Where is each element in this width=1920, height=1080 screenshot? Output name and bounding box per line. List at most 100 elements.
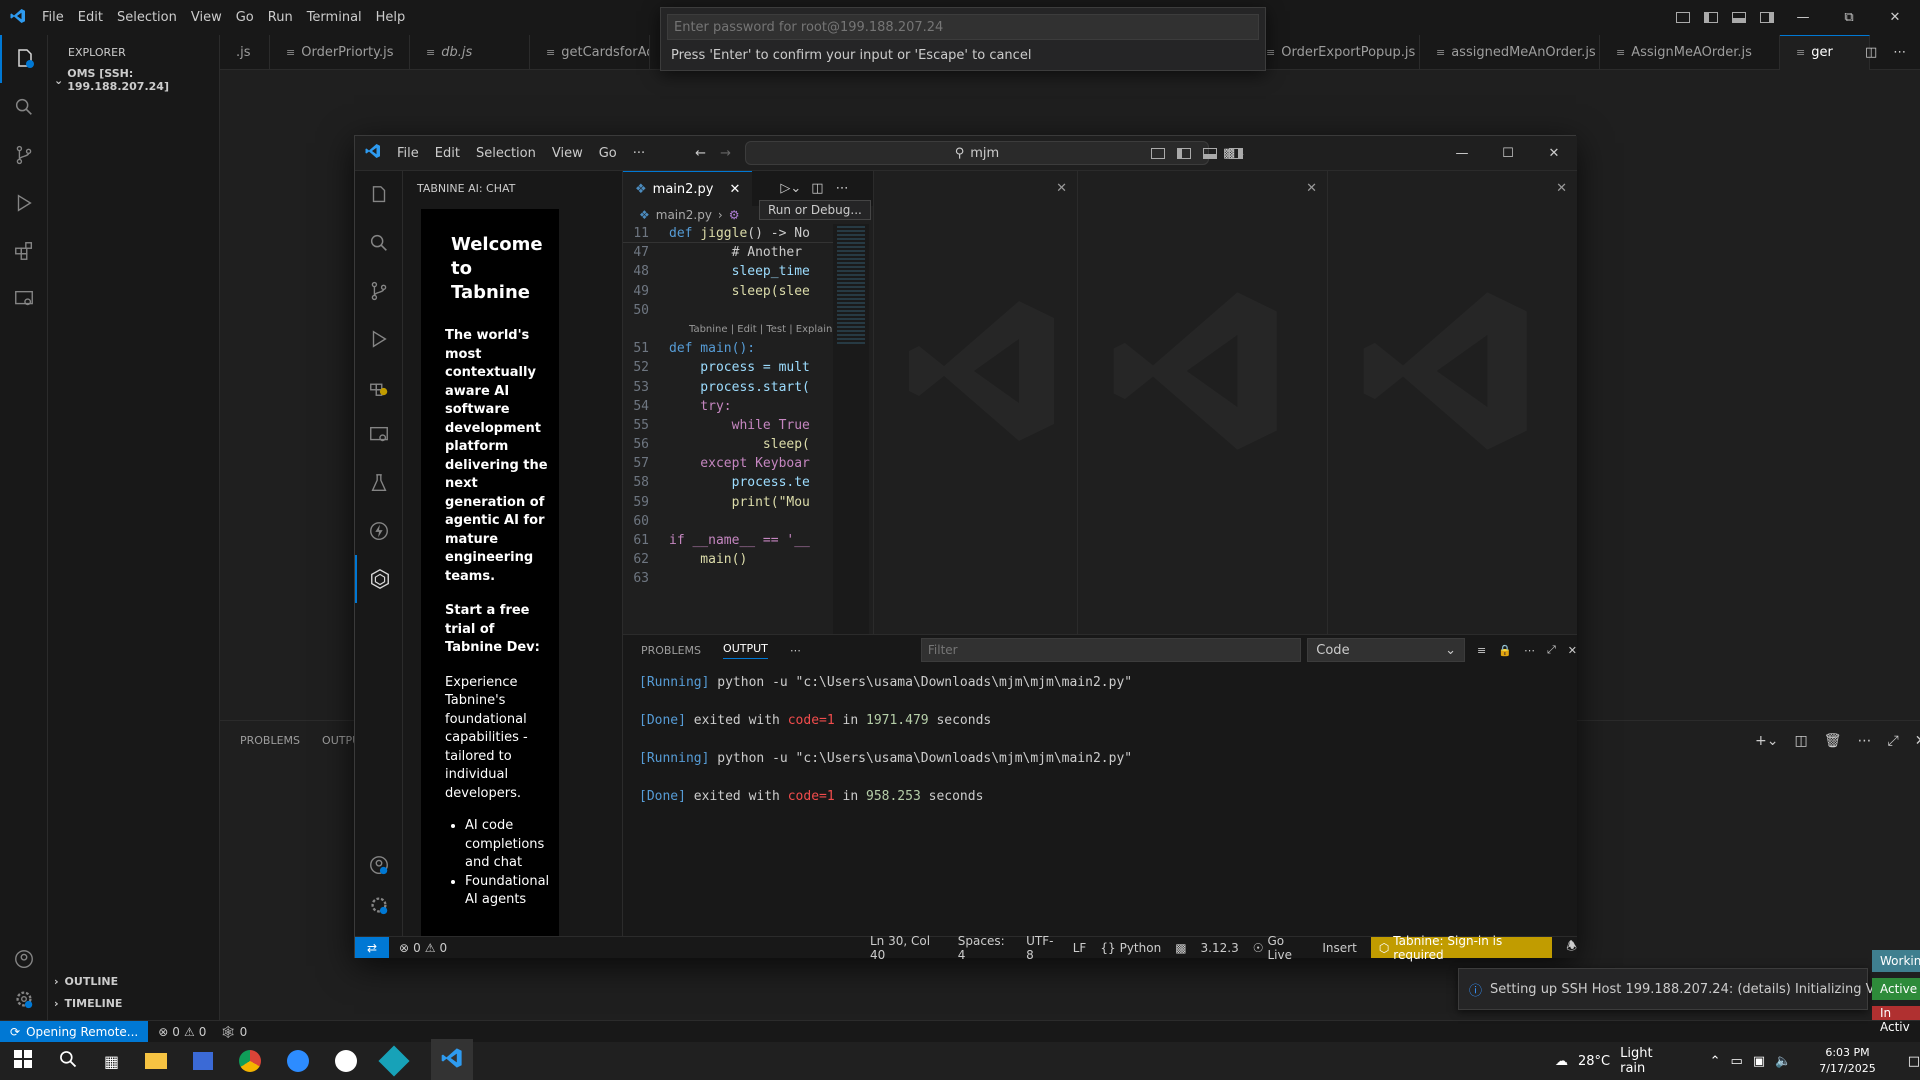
panel-tab-output[interactable]: OUTPUT: [723, 642, 768, 659]
tab-active[interactable]: ≡ ger: [1780, 34, 1870, 70]
volume-icon[interactable]: 🔈: [1775, 1054, 1791, 1069]
more-actions-icon[interactable]: ⋯: [836, 181, 849, 196]
new-terminal-icon[interactable]: +⌄: [1755, 733, 1778, 749]
workspace-folder[interactable]: ⌄ OMS [SSH: 199.188.207.24]: [48, 59, 219, 93]
customize-layout-icon[interactable]: [1676, 12, 1690, 23]
search-icon[interactable]: [0, 83, 48, 131]
search-icon[interactable]: [355, 219, 403, 267]
vscode-taskbar-icon[interactable]: [431, 1039, 474, 1080]
remote-explorer-icon[interactable]: [355, 411, 403, 459]
password-input[interactable]: [667, 14, 1259, 40]
tab-orderexportpopup[interactable]: ≡ OrderExportPopup.js: [1250, 34, 1420, 70]
back-arrow-icon[interactable]: ←: [695, 146, 706, 161]
forward-arrow-icon[interactable]: →: [720, 146, 731, 161]
cursor-position[interactable]: Ln 30, Col 40: [870, 934, 944, 962]
weather-cloud-icon[interactable]: ☁: [1555, 1054, 1568, 1069]
inner-menu-edit[interactable]: Edit: [435, 146, 460, 161]
maximize-icon[interactable]: ☐: [1485, 146, 1531, 161]
store-icon[interactable]: [193, 1052, 214, 1070]
minimize-icon[interactable]: —: [1780, 10, 1826, 25]
end-of-line[interactable]: LF: [1073, 941, 1087, 955]
split-editor-icon[interactable]: ◫: [1865, 45, 1877, 60]
word-wrap-icon[interactable]: ≡: [1477, 644, 1486, 657]
indentation[interactable]: Spaces: 4: [958, 934, 1012, 962]
go-live-button[interactable]: ☉ Go Live: [1253, 934, 1309, 962]
editor-mode[interactable]: Insert: [1322, 941, 1356, 955]
problems-indicator[interactable]: ⊗ 0 ⚠ 0: [399, 941, 447, 955]
task-view-icon[interactable]: ▦: [104, 1052, 119, 1071]
weather-desc[interactable]: Light rain: [1620, 1046, 1675, 1076]
close-group-icon[interactable]: ✕: [1306, 181, 1317, 196]
more-actions-icon[interactable]: ⋯: [1857, 733, 1871, 749]
inner-menu-view[interactable]: View: [552, 146, 583, 161]
breadcrumb-file[interactable]: main2.py: [656, 208, 712, 222]
split-terminal-icon[interactable]: ◫: [1794, 733, 1807, 749]
tab-getcards[interactable]: ≡ getCardsforAdr: [530, 34, 650, 70]
run-debug-icon[interactable]: [0, 179, 48, 227]
tab-js[interactable]: .js: [220, 34, 270, 70]
timeline-section[interactable]: › TIMELINE: [54, 997, 122, 1010]
menu-view[interactable]: View: [191, 10, 222, 25]
clock[interactable]: 6:03 PM 7/17/2025: [1819, 1045, 1875, 1077]
customize-layout-icon[interactable]: [1151, 147, 1165, 159]
lightning-icon[interactable]: [355, 507, 403, 555]
more-actions-icon[interactable]: ⋯: [790, 644, 801, 657]
remote-explorer-icon[interactable]: [0, 275, 48, 323]
menu-run[interactable]: Run: [268, 10, 293, 25]
code-editor[interactable]: 11 def jiggle() -> No 47 # Another 48 sle…: [623, 224, 833, 624]
app-icon[interactable]: [335, 1050, 358, 1072]
close-group-icon[interactable]: ✕: [1056, 181, 1067, 196]
bell-icon[interactable]: 🕭: [1566, 937, 1577, 958]
tab-main2[interactable]: ❖ main2.py ✕: [623, 171, 753, 206]
menu-terminal[interactable]: Terminal: [307, 10, 362, 25]
run-debug-icon[interactable]: [355, 315, 403, 363]
problems-indicator[interactable]: ⊗ 0 ⚠ 0: [158, 1025, 206, 1039]
inner-menu-more[interactable]: ···: [633, 146, 645, 161]
weather-temp[interactable]: 28°C: [1578, 1054, 1610, 1069]
explorer-icon[interactable]: [355, 171, 403, 219]
panel-tab-problems[interactable]: PROBLEMS: [641, 644, 701, 657]
toggle-primary-sidebar-icon[interactable]: [1177, 147, 1191, 159]
explorer-icon[interactable]: [0, 35, 48, 83]
tab-assignedmeanorder[interactable]: ≡ assignedMeAnOrder.js: [1420, 34, 1600, 70]
run-python-icon[interactable]: ▷⌄: [780, 181, 801, 196]
remote-indicator[interactable]: ⇄: [355, 937, 389, 958]
output-channel-select[interactable]: Code ⌄: [1307, 638, 1466, 662]
minimize-icon[interactable]: —: [1439, 146, 1485, 161]
chrome-icon[interactable]: [239, 1050, 262, 1072]
toggle-secondary-sidebar-icon[interactable]: [1760, 12, 1774, 23]
more-actions-icon[interactable]: ⋯: [1524, 644, 1535, 657]
testing-icon[interactable]: [355, 459, 403, 507]
menu-help[interactable]: Help: [376, 10, 406, 25]
output-log[interactable]: [Running] python -u "c:\Users\usama\Down…: [623, 665, 1577, 806]
language-mode[interactable]: {} Python: [1100, 941, 1161, 955]
tab-db[interactable]: ≡ db.js: [410, 34, 530, 70]
outline-section[interactable]: › OUTLINE: [54, 975, 118, 988]
restore-icon[interactable]: ⧉: [1826, 10, 1872, 25]
close-tab-icon[interactable]: ✕: [730, 182, 741, 197]
network-icon[interactable]: ▣: [1753, 1054, 1765, 1069]
toggle-secondary-sidebar-icon[interactable]: [1229, 147, 1243, 159]
menu-selection[interactable]: Selection: [117, 10, 177, 25]
source-control-icon[interactable]: [0, 131, 48, 179]
tabnine-icon[interactable]: [355, 555, 403, 603]
split-editor-icon[interactable]: ◫: [811, 181, 823, 196]
maximize-panel-icon[interactable]: ⤢: [1887, 733, 1898, 749]
inner-menu-go[interactable]: Go: [599, 146, 617, 161]
close-panel-icon[interactable]: ✕: [1915, 733, 1920, 749]
battery-icon[interactable]: ▭: [1731, 1054, 1743, 1069]
tabnine-codelens[interactable]: Tabnine | Edit | Test | Explain: [623, 320, 833, 339]
maximize-panel-icon[interactable]: ⤢: [1547, 643, 1556, 657]
extensions-icon[interactable]: [355, 363, 403, 411]
close-panel-icon[interactable]: ✕: [1568, 644, 1577, 657]
trash-icon[interactable]: 🗑: [1824, 733, 1842, 749]
notification-center-icon[interactable]: □: [1908, 1054, 1920, 1069]
copilot-icon[interactable]: ▩: [1175, 941, 1186, 955]
more-actions-icon[interactable]: ⋯: [1893, 45, 1906, 60]
ports-indicator[interactable]: 🕸 0: [220, 1025, 247, 1039]
chevron-up-icon[interactable]: ⌃: [1710, 1054, 1721, 1069]
command-center-search[interactable]: ⚲ mjm: [744, 141, 1209, 165]
manage-gear-icon[interactable]: [355, 881, 403, 929]
close-icon[interactable]: ✕: [1531, 146, 1577, 161]
source-control-icon[interactable]: [355, 267, 403, 315]
